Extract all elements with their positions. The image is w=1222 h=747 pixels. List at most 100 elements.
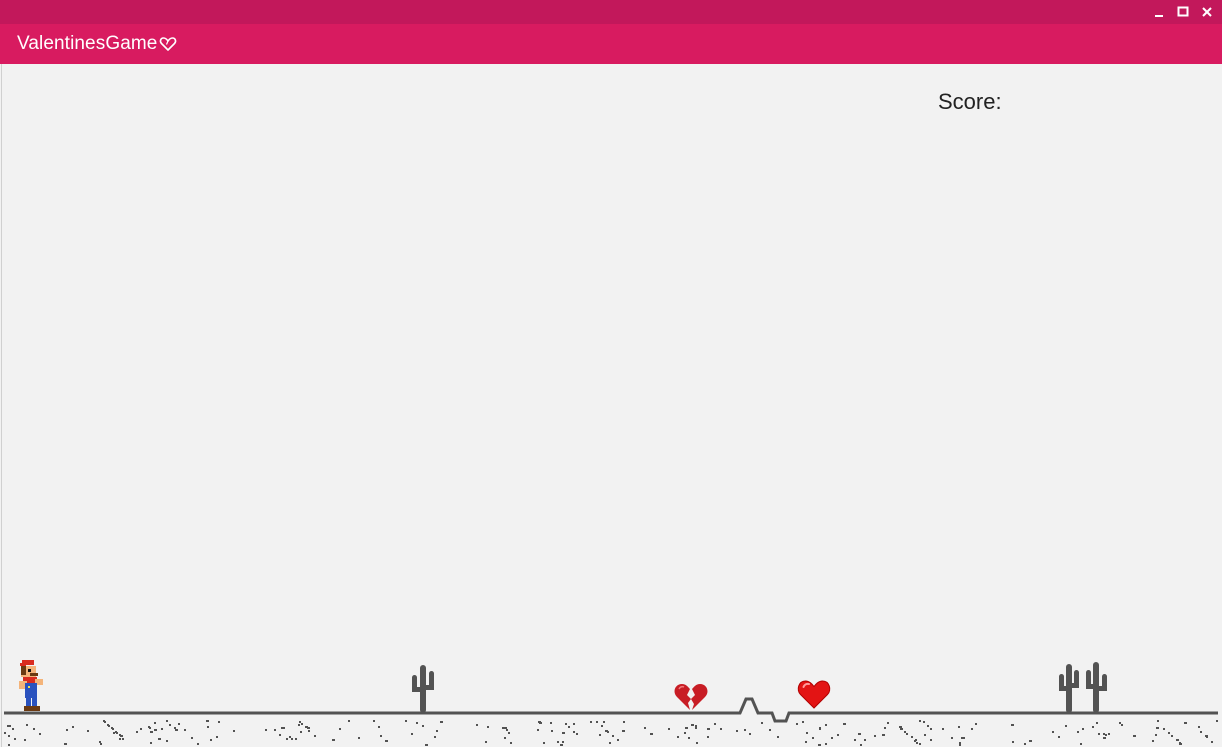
ground-speckle [744,729,746,731]
game-canvas[interactable] [1,64,1222,747]
ground-speckle [684,732,686,734]
ground-speckle [1080,743,1082,745]
ground-speckle [900,728,903,730]
ground-speckle [1198,726,1200,728]
ground-speckle [919,743,921,745]
ground-speckle [882,734,885,736]
ground-speckle [927,725,929,727]
ground-speckle [216,736,218,738]
ground-speckle [930,739,932,741]
ground-speckle [265,729,267,731]
ground-speckle [1119,722,1121,724]
ground-speckle [301,723,303,725]
ground-speckle [154,729,157,731]
ground-speckle [174,727,176,729]
ground-speckle [1105,734,1107,736]
ground-speckle [210,739,212,741]
ground-speckle [416,722,418,724]
minimize-button[interactable] [1150,3,1168,21]
ground-speckle [161,728,163,730]
ground-speckle [749,733,751,735]
ground-speckle [562,741,564,743]
ground-speckle [1176,739,1179,741]
ground-speckle [914,740,916,742]
ground-speckle [508,732,510,734]
ground-speckle [1065,725,1067,727]
ground-speckle [385,740,388,742]
ground-speckle [887,722,889,724]
ground-speckle [599,734,601,736]
ground-speckle [175,729,178,731]
ground-speckle [197,743,199,745]
ground-speckle [434,736,436,738]
ground-speckle [300,731,302,733]
ground-speckle [476,724,478,726]
ground-speckle [332,739,335,741]
ground-speckle [506,729,508,731]
ground-speckle [858,733,861,735]
ground-speckle [695,725,697,727]
ground-speckle [696,742,698,744]
ground-speckle [108,725,110,727]
ground-speckle [116,732,118,734]
ground-speckle [874,735,876,737]
ground-speckle [550,722,552,724]
ground-speckle [1171,735,1173,737]
ground-speckle [122,738,124,740]
ground-speckle [436,730,438,732]
ground-speckle [178,723,180,725]
ground-speckle [623,721,625,723]
ground-speckle [818,744,821,746]
ground-speckle [601,725,603,727]
ground-speckle [1012,741,1014,743]
ground-speckle [120,735,123,737]
ground-speckle [565,723,567,725]
ground-speckle [136,731,138,733]
ground-speckle [14,738,16,740]
ground-speckle [411,733,413,735]
ground-speckle [166,720,168,722]
ground-speckle [1156,727,1159,729]
ground-speckle [1157,720,1159,722]
ground-speckle [100,743,102,745]
ground-speckle [538,721,541,723]
ground-speckle [191,737,193,739]
ground-speckle [274,729,276,731]
ground-speckle [562,732,565,734]
minimize-icon [1155,15,1163,17]
ground-speckle [720,728,722,730]
ground-speckle [930,728,932,730]
ground-speckle [1108,733,1110,735]
ground-speckle [837,734,839,736]
ground-speckle [958,726,960,728]
ground-speckle [72,726,74,728]
ground-speckle [1133,735,1136,737]
ground-speckle [854,739,856,741]
ground-speckle [295,738,297,740]
maximize-button[interactable] [1174,3,1192,21]
ground-speckle [959,742,961,744]
ground-speckle [707,736,709,738]
ground-speckle [281,727,283,729]
ground-speckle [166,740,168,742]
ground-speckle [695,727,697,729]
ground-speckle [487,726,489,728]
ground-speckle [1121,724,1123,726]
ground-speckle [140,728,142,730]
game-window: ValentinesGame Score: [0,0,1222,747]
ground-speckle [812,737,814,739]
ground-speckle [899,726,902,728]
ground-speckle [557,741,559,743]
ground-speckle [617,739,619,741]
ground-speckle [707,728,710,730]
ground-speckle [924,734,926,736]
ground-speckle [104,721,106,723]
close-icon [1202,7,1212,17]
close-button[interactable] [1198,3,1216,21]
ground-speckle [736,730,738,732]
ground-speckle [113,732,115,734]
ground-speckle [1103,733,1105,735]
ground [4,697,1218,746]
ground-speckle [831,737,833,739]
ground-speckle [609,742,611,744]
